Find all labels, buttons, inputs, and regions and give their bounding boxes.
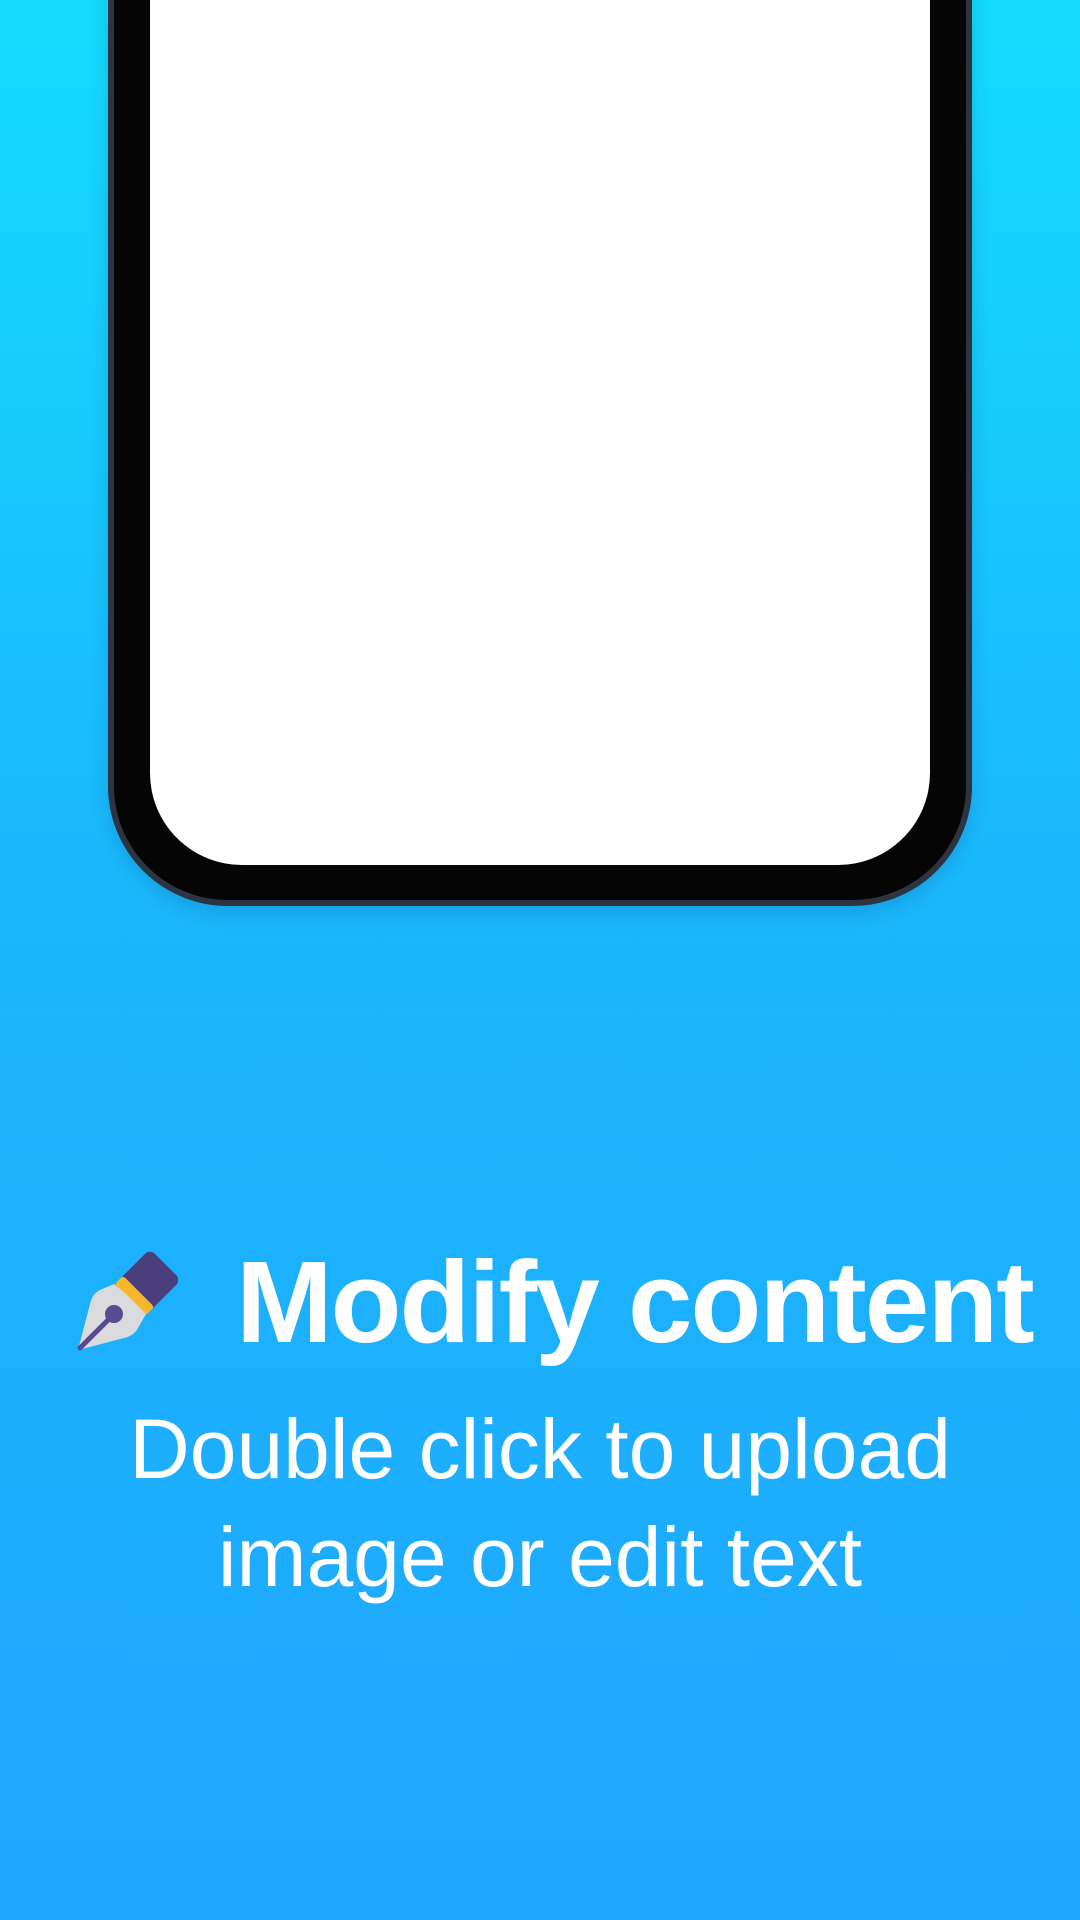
subtitle-line-1: Double click to upload (129, 1402, 951, 1496)
subtitle-line-2: image or edit text (217, 1510, 863, 1604)
page-title[interactable]: Modify content (236, 1242, 1056, 1362)
subtitle-text[interactable]: Double click to upload image or edit tex… (40, 1395, 1040, 1611)
fountain-pen-icon (72, 1240, 194, 1362)
phone-screen-placeholder[interactable] (150, 0, 930, 865)
